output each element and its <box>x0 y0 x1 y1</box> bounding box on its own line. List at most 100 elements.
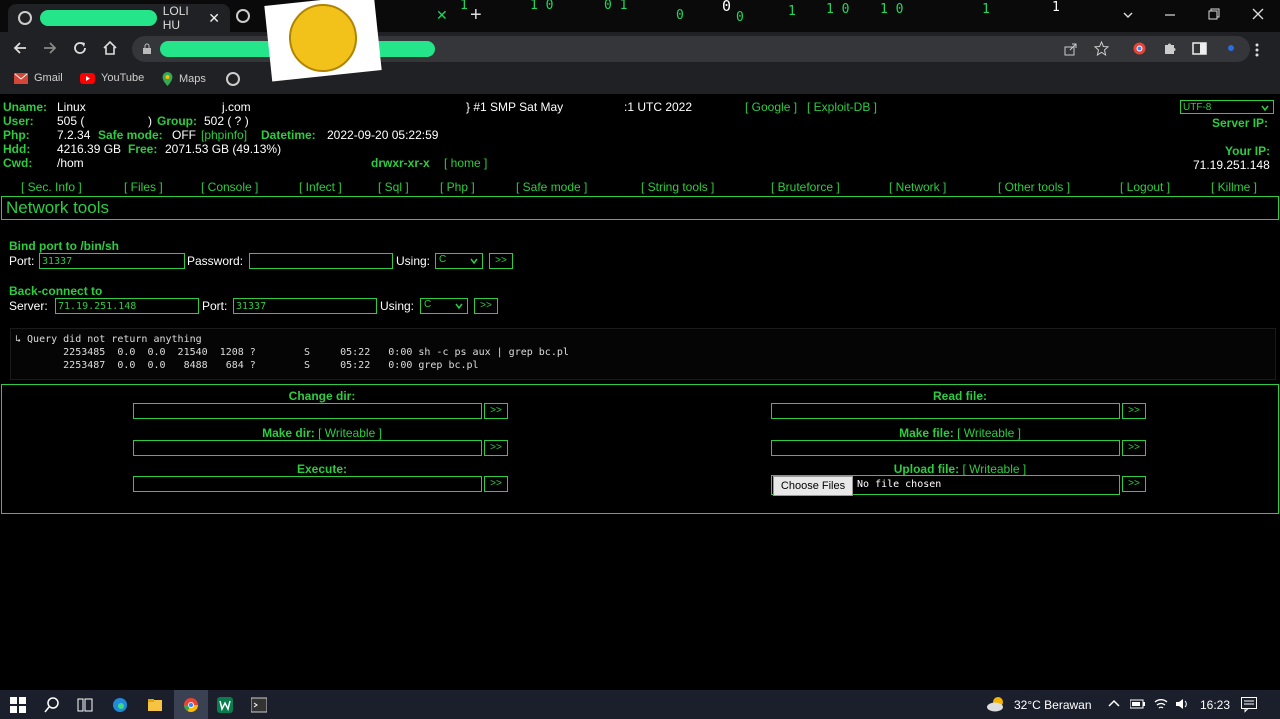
nav-files[interactable]: [ Files ] <box>124 180 163 194</box>
google-link[interactable]: [ Google ] <box>745 100 797 114</box>
nav-sec-info[interactable]: [ Sec. Info ] <box>21 180 82 194</box>
backconnect-go-button[interactable]: >> <box>474 298 498 314</box>
free-value: 2071.53 GB (49.13%) <box>165 142 282 156</box>
bookmark-youtube[interactable]: YouTube <box>80 72 144 84</box>
backconnect-server-label: Server: <box>9 299 48 313</box>
restore-icon[interactable] <box>1208 8 1220 20</box>
make-file-label: Make file: <box>899 426 954 440</box>
upload-file-label-row: Upload file: [ Writeable ] <box>771 462 1149 476</box>
change-dir-go-button[interactable]: >> <box>484 403 508 419</box>
back-icon[interactable] <box>12 40 28 56</box>
chevron-up-icon[interactable] <box>1108 698 1124 714</box>
clock[interactable]: 16:23 <box>1200 698 1230 712</box>
globe-icon[interactable] <box>226 72 240 86</box>
file-explorer-icon[interactable] <box>147 697 163 713</box>
execute-go-button[interactable]: >> <box>484 476 508 492</box>
choose-files-button[interactable]: Choose Files <box>773 476 853 496</box>
browser-tab[interactable]: LOLI HU ✕ <box>8 4 230 32</box>
backconnect-server-input[interactable] <box>55 298 199 314</box>
battery-icon[interactable] <box>1130 698 1146 714</box>
upload-file-field: Choose Files No file chosen <box>771 475 1120 496</box>
make-file-input[interactable] <box>771 440 1120 456</box>
safe-mode-label: Safe mode: <box>98 128 163 142</box>
profile-icon[interactable] <box>1224 41 1238 55</box>
cwd-value: /hom <box>57 156 84 170</box>
bind-using-select[interactable]: C <box>435 253 483 269</box>
bind-password-label: Password: <box>187 254 244 268</box>
php-label: Php: <box>3 128 30 142</box>
home-icon[interactable] <box>102 40 118 56</box>
nav-console[interactable]: [ Console ] <box>201 180 258 194</box>
wifi-icon[interactable] <box>1154 698 1170 714</box>
backconnect-port-input[interactable] <box>233 298 377 314</box>
notifications-icon[interactable] <box>1241 697 1257 713</box>
forward-icon[interactable] <box>42 40 58 56</box>
gmail-icon <box>14 72 28 84</box>
extension-icon[interactable] <box>1132 41 1147 56</box>
matrix-digits: 0 <box>722 0 732 15</box>
execute-input[interactable] <box>133 476 482 492</box>
bind-password-input[interactable] <box>249 253 393 269</box>
windows-start-icon[interactable] <box>10 697 26 713</box>
bookmark-gmail[interactable]: Gmail <box>14 72 63 84</box>
nav-network[interactable]: [ Network ] <box>889 180 946 194</box>
make-dir-go-button[interactable]: >> <box>484 440 508 456</box>
search-icon[interactable] <box>44 697 60 713</box>
app-icon[interactable] <box>217 697 233 713</box>
volume-icon[interactable] <box>1175 698 1191 714</box>
nav-logout[interactable]: [ Logout ] <box>1120 180 1170 194</box>
read-file-go-button[interactable]: >> <box>1122 403 1146 419</box>
bind-port-input[interactable] <box>39 253 185 269</box>
upload-go-button[interactable]: >> <box>1122 476 1146 492</box>
new-tab-button[interactable]: + <box>470 4 482 27</box>
side-panel-icon[interactable] <box>1192 41 1207 56</box>
chrome-taskbar-active[interactable] <box>174 690 208 719</box>
minimize-icon[interactable] <box>1164 9 1176 21</box>
command-output: ↳ Query did not return anything 2253485 … <box>10 328 1276 380</box>
section-header: Network tools <box>1 196 1279 220</box>
bookmark-star-icon[interactable] <box>1094 41 1109 56</box>
globe-icon <box>236 9 250 23</box>
menu-icon[interactable] <box>1254 42 1260 58</box>
bookmark-label: YouTube <box>101 72 145 84</box>
bind-go-button[interactable]: >> <box>489 253 513 269</box>
nav-infect[interactable]: [ Infect ] <box>299 180 342 194</box>
task-view-icon[interactable] <box>77 697 93 713</box>
make-dir-label-row: Make dir: [ Writeable ] <box>133 426 511 440</box>
puzzle-icon[interactable] <box>1162 41 1177 56</box>
edge-icon[interactable] <box>112 697 128 713</box>
nav-safe-mode[interactable]: [ Safe mode ] <box>516 180 587 194</box>
change-dir-input[interactable] <box>133 403 482 419</box>
file-tools-panel: Change dir: >> Make dir: [ Writeable ] >… <box>1 384 1279 514</box>
nav-other-tools[interactable]: [ Other tools ] <box>998 180 1070 194</box>
charset-select[interactable]: UTF-8 <box>1180 100 1274 114</box>
bind-port-label: Port: <box>9 254 35 268</box>
home-link[interactable]: [ home ] <box>444 156 487 170</box>
bookmark-maps[interactable]: Maps <box>162 72 206 86</box>
tab-close-icon[interactable]: ✕ <box>208 10 220 27</box>
window-close-icon[interactable] <box>1252 8 1264 20</box>
permissions: drwxr-xr-x <box>371 156 430 170</box>
tab-search-icon[interactable] <box>1122 9 1134 21</box>
share-icon[interactable] <box>1064 42 1078 56</box>
make-dir-input[interactable] <box>133 440 482 456</box>
laughing-face-icon <box>285 0 361 76</box>
weather-text[interactable]: 32°C Berawan <box>1014 698 1092 712</box>
execute-label: Execute: <box>296 462 348 476</box>
safe-mode-value: OFF <box>172 128 196 142</box>
tab-title: LOLI HU <box>162 4 189 32</box>
nav-bruteforce[interactable]: [ Bruteforce ] <box>771 180 840 194</box>
nav-killme[interactable]: [ Killme ] <box>1211 180 1257 194</box>
phpinfo-link[interactable]: [phpinfo] <box>201 128 247 142</box>
nav-sql[interactable]: [ Sql ] <box>378 180 409 194</box>
exploit-db-link[interactable]: [ Exploit-DB ] <box>807 100 877 114</box>
nav-string-tools[interactable]: [ String tools ] <box>641 180 714 194</box>
backconnect-using-select[interactable]: C <box>420 298 468 314</box>
nav-php[interactable]: [ Php ] <box>440 180 475 194</box>
make-file-go-button[interactable]: >> <box>1122 440 1146 456</box>
terminal-icon[interactable] <box>251 697 267 713</box>
read-file-input[interactable] <box>771 403 1120 419</box>
sticker-image <box>264 0 382 82</box>
tab-close-icon[interactable]: ✕ <box>436 7 448 24</box>
reload-icon[interactable] <box>72 40 88 56</box>
